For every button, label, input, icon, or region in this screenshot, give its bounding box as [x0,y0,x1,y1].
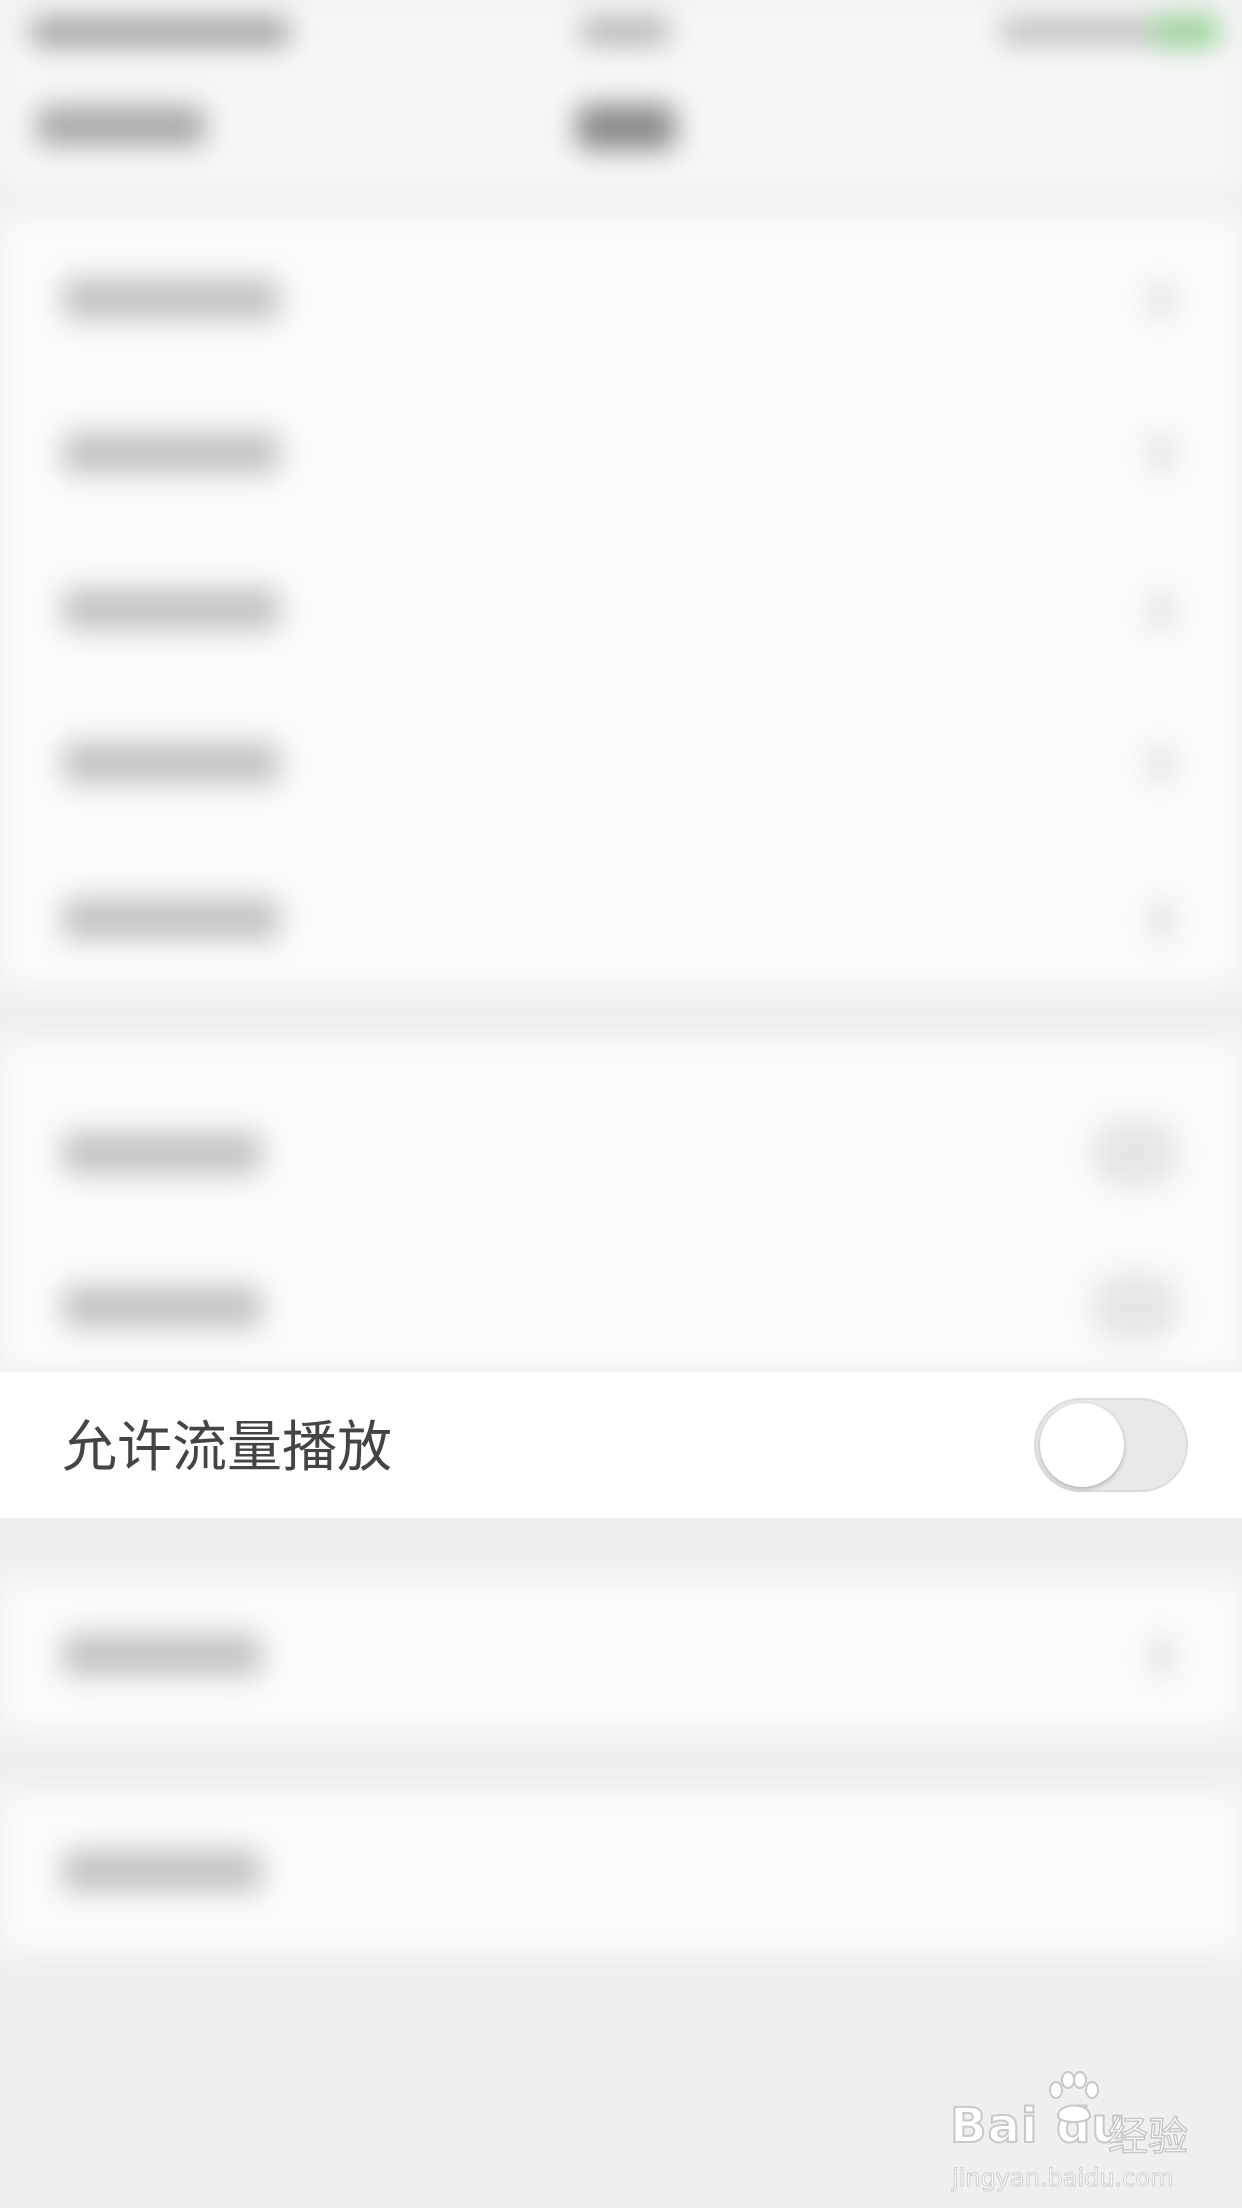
list-item[interactable] [62,1286,262,1328]
settings-group-4 [0,1792,1242,1952]
battery-icon [1150,14,1220,48]
status-indicators-placeholder [1000,18,1150,44]
paw-icon [1049,2071,1099,2123]
settings-group-3 [0,1580,1242,1730]
watermark-url: jingyan.baidu.com [951,2164,1174,2193]
settings-screen: 允许流量播放 Bai du 经验 jingyan.baidu.com [0,0,1242,2208]
list-item[interactable] [62,278,280,320]
settings-group-1 [0,216,1242,986]
list-item[interactable] [62,1850,262,1892]
blurred-background [0,0,1242,2208]
status-time-placeholder [580,18,670,44]
settings-group-2 [0,1040,1242,1372]
list-item[interactable] [62,588,280,630]
chevron-right-icon [1150,592,1172,628]
allow-data-playback-toggle[interactable] [1034,1398,1188,1492]
baidu-jingyan-watermark: Bai du 经验 jingyan.baidu.com [949,2070,1190,2193]
chevron-right-icon [1150,746,1172,782]
toggle-switch[interactable] [1090,1272,1180,1342]
list-item[interactable] [62,1132,262,1174]
allow-data-playback-label: 允许流量播放 [62,1415,393,1479]
chevron-right-icon [1150,282,1172,318]
list-item[interactable] [62,432,280,474]
watermark-brand: 经验 [1107,2113,1189,2161]
chevron-right-icon [1150,902,1172,938]
list-item[interactable] [62,1634,262,1676]
chevron-right-icon [1150,436,1172,472]
page-title [576,104,676,150]
list-item[interactable] [62,898,280,940]
navigation-bar [0,60,1242,192]
allow-data-playback-row[interactable]: 允许流量播放 [0,1372,1242,1518]
back-button[interactable] [36,106,206,146]
chevron-right-icon [1150,1638,1172,1674]
status-carrier-placeholder [30,18,290,46]
list-item[interactable] [62,742,280,784]
status-bar [0,0,1242,60]
toggle-knob [1040,1403,1124,1487]
toggle-switch[interactable] [1090,1118,1180,1188]
